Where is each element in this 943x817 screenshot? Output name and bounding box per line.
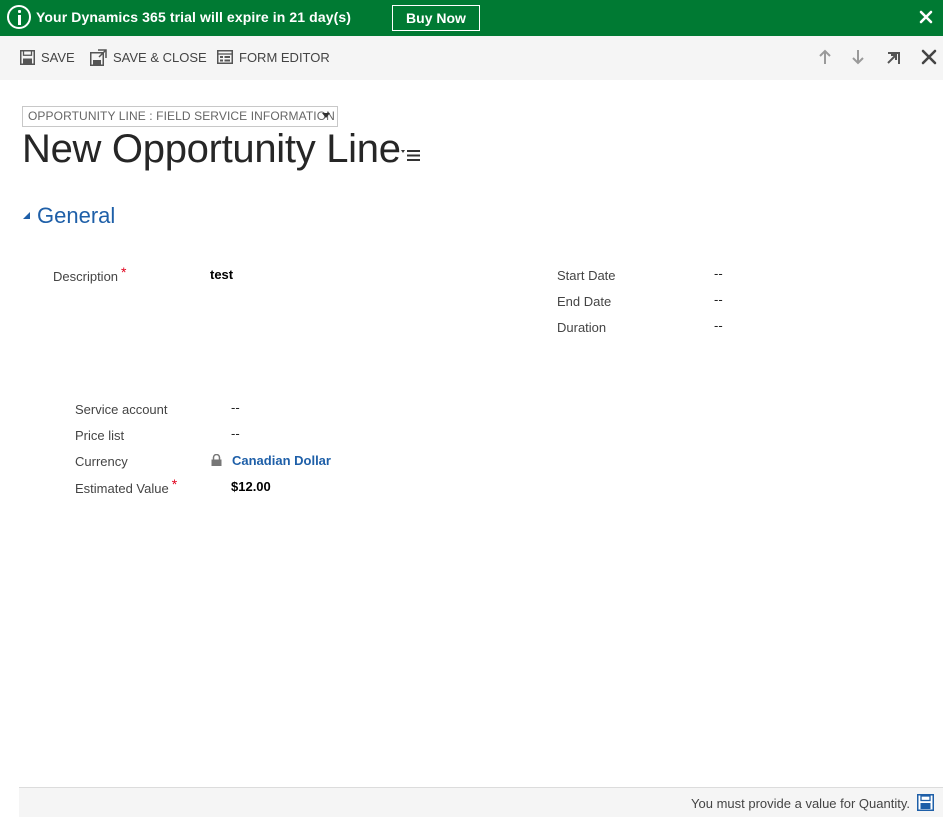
start-date-value[interactable]: --: [714, 266, 723, 281]
form-selector-dropdown[interactable]: OPPORTUNITY LINE : FIELD SERVICE INFORMA…: [22, 106, 338, 127]
trial-banner: Your Dynamics 365 trial will expire in 2…: [0, 0, 943, 36]
close-banner-icon[interactable]: [918, 9, 934, 25]
pop-out-icon[interactable]: [885, 48, 903, 66]
info-icon: [7, 5, 31, 29]
service-account-label: Service account: [75, 402, 168, 417]
status-footer: You must provide a value for Quantity.: [19, 787, 943, 817]
section-collapse-icon[interactable]: [23, 212, 30, 219]
form-editor-icon: [217, 50, 233, 64]
command-bar: SAVE SAVE & CLOSE FORM EDITOR: [0, 36, 943, 80]
currency-label: Currency: [75, 454, 128, 469]
lock-icon: [211, 454, 222, 466]
chevron-down-icon: [322, 113, 330, 118]
page-title: New Opportunity Line: [22, 127, 401, 171]
save-close-label: SAVE & CLOSE: [113, 49, 207, 65]
save-icon[interactable]: [917, 794, 934, 811]
end-date-label: End Date: [557, 294, 612, 309]
footer-message: You must provide a value for Quantity.: [691, 796, 910, 811]
estimated-value-label: Estimated Value *: [75, 476, 178, 496]
form-editor-label: FORM EDITOR: [239, 49, 330, 65]
form-selector-label: OPPORTUNITY LINE : FIELD SERVICE INFORMA…: [28, 109, 335, 123]
currency-link[interactable]: Canadian Dollar: [232, 453, 331, 468]
save-icon: [20, 49, 35, 65]
form-editor-button[interactable]: FORM EDITOR: [217, 47, 330, 67]
description-value[interactable]: test: [210, 267, 233, 282]
duration-value[interactable]: --: [714, 318, 723, 333]
buy-now-button[interactable]: Buy Now: [392, 5, 480, 31]
required-indicator: *: [121, 264, 127, 280]
arrow-up-icon[interactable]: [816, 48, 834, 66]
arrow-down-icon[interactable]: [849, 48, 867, 66]
price-list-value[interactable]: --: [231, 426, 240, 441]
description-label: Description *: [53, 264, 127, 284]
trial-message: Your Dynamics 365 trial will expire in 2…: [36, 9, 352, 25]
end-date-value[interactable]: --: [714, 292, 723, 307]
duration-label: Duration: [557, 320, 607, 335]
save-close-button[interactable]: SAVE & CLOSE: [90, 47, 207, 67]
service-account-value[interactable]: --: [231, 400, 240, 415]
save-close-icon: [90, 48, 107, 66]
close-form-icon[interactable]: [920, 48, 938, 66]
price-list-label: Price list: [75, 428, 125, 443]
record-menu-icon[interactable]: [401, 148, 421, 162]
section-title-general[interactable]: General: [37, 203, 115, 229]
required-indicator: *: [171, 476, 178, 492]
estimated-value-value[interactable]: $12.00: [231, 479, 271, 494]
start-date-label: Start Date: [557, 268, 616, 283]
save-button[interactable]: SAVE: [20, 47, 75, 67]
save-label: SAVE: [41, 49, 75, 65]
